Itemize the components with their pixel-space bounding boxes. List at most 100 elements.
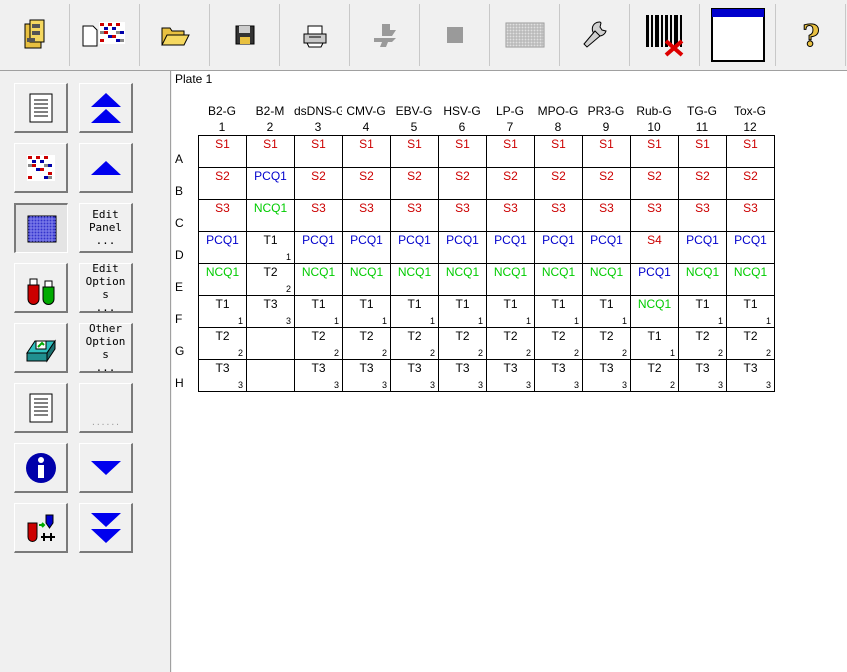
new-layout-button[interactable] bbox=[71, 4, 140, 66]
well[interactable]: PCQ1 bbox=[342, 231, 391, 264]
edit-panel-button[interactable]: Edit Panel ... bbox=[79, 203, 133, 253]
well[interactable]: PCQ1 bbox=[246, 167, 295, 200]
well[interactable]: S2 bbox=[438, 167, 487, 200]
well[interactable]: S1 bbox=[390, 135, 439, 168]
well[interactable]: NCQ1 bbox=[582, 263, 631, 296]
well[interactable]: T2 2 bbox=[726, 327, 775, 360]
well[interactable]: T2 2 bbox=[630, 359, 679, 392]
well[interactable]: S3 bbox=[198, 199, 247, 232]
well[interactable]: T3 3 bbox=[198, 359, 247, 392]
layout-button[interactable] bbox=[14, 143, 68, 193]
well[interactable]: NCQ1 bbox=[630, 295, 679, 328]
well[interactable]: S2 bbox=[582, 167, 631, 200]
help-button[interactable]: ? bbox=[777, 4, 846, 66]
well[interactable]: PCQ1 bbox=[294, 231, 343, 264]
well[interactable]: S3 bbox=[486, 199, 535, 232]
well[interactable]: S3 bbox=[726, 199, 775, 232]
well[interactable]: S1 bbox=[294, 135, 343, 168]
well[interactable]: T1 1 bbox=[486, 295, 535, 328]
well[interactable]: PCQ1 bbox=[438, 231, 487, 264]
open-folder-button[interactable] bbox=[141, 4, 210, 66]
well[interactable]: T1 1 bbox=[534, 295, 583, 328]
well[interactable]: T2 2 bbox=[438, 327, 487, 360]
info-button[interactable] bbox=[14, 443, 68, 493]
well[interactable]: S1 bbox=[342, 135, 391, 168]
well[interactable]: T1 1 bbox=[198, 295, 247, 328]
reagents-button[interactable] bbox=[14, 263, 68, 313]
window-button[interactable] bbox=[701, 4, 776, 66]
well[interactable]: S1 bbox=[726, 135, 775, 168]
well[interactable]: T3 3 bbox=[390, 359, 439, 392]
well[interactable]: T2 2 bbox=[486, 327, 535, 360]
well[interactable]: S1 bbox=[438, 135, 487, 168]
well[interactable]: T3 3 bbox=[342, 359, 391, 392]
well[interactable]: S2 bbox=[630, 167, 679, 200]
scroll-top-button[interactable] bbox=[79, 83, 133, 133]
well[interactable]: T1 1 bbox=[630, 327, 679, 360]
save-button[interactable] bbox=[211, 4, 280, 66]
well[interactable]: T2 2 bbox=[342, 327, 391, 360]
well[interactable]: NCQ1 bbox=[294, 263, 343, 296]
scroll-up-button[interactable] bbox=[79, 143, 133, 193]
well[interactable]: S3 bbox=[534, 199, 583, 232]
well[interactable]: T1 1 bbox=[390, 295, 439, 328]
well[interactable]: T2 2 bbox=[294, 327, 343, 360]
well[interactable]: PCQ1 bbox=[726, 231, 775, 264]
plate-grid-button[interactable] bbox=[491, 4, 560, 66]
well[interactable]: S3 bbox=[438, 199, 487, 232]
well[interactable]: T1 1 bbox=[342, 295, 391, 328]
well[interactable]: NCQ1 bbox=[342, 263, 391, 296]
well[interactable]: S2 bbox=[294, 167, 343, 200]
well[interactable] bbox=[246, 359, 295, 392]
well[interactable]: T3 3 bbox=[246, 295, 295, 328]
well[interactable]: S1 bbox=[534, 135, 583, 168]
well[interactable]: S3 bbox=[390, 199, 439, 232]
well[interactable]: S1 bbox=[486, 135, 535, 168]
well[interactable]: S3 bbox=[630, 199, 679, 232]
well[interactable]: T2 2 bbox=[246, 263, 295, 296]
well[interactable]: T1 1 bbox=[582, 295, 631, 328]
well[interactable]: PCQ1 bbox=[486, 231, 535, 264]
well[interactable]: T3 3 bbox=[486, 359, 535, 392]
pipetting-button[interactable] bbox=[14, 503, 68, 553]
well[interactable]: S1 bbox=[630, 135, 679, 168]
well[interactable]: T1 1 bbox=[246, 231, 295, 264]
well[interactable]: S3 bbox=[582, 199, 631, 232]
well[interactable]: S3 bbox=[342, 199, 391, 232]
well[interactable]: NCQ1 bbox=[534, 263, 583, 296]
stop-button[interactable] bbox=[421, 4, 490, 66]
well[interactable]: NCQ1 bbox=[198, 263, 247, 296]
other-options-button[interactable]: Other Option s ... bbox=[79, 322, 133, 374]
well[interactable]: PCQ1 bbox=[534, 231, 583, 264]
well[interactable]: T3 3 bbox=[726, 359, 775, 392]
well[interactable]: NCQ1 bbox=[486, 263, 535, 296]
well[interactable]: S1 bbox=[198, 135, 247, 168]
well[interactable]: S4 bbox=[630, 231, 679, 264]
well[interactable]: S1 bbox=[582, 135, 631, 168]
barcode-delete-button[interactable] bbox=[631, 4, 700, 66]
well[interactable] bbox=[246, 327, 295, 360]
well[interactable]: T2 2 bbox=[198, 327, 247, 360]
well[interactable]: T1 1 bbox=[294, 295, 343, 328]
well[interactable]: NCQ1 bbox=[726, 263, 775, 296]
settings-button[interactable] bbox=[561, 4, 630, 66]
open-database-button[interactable] bbox=[1, 4, 70, 66]
well[interactable]: T2 2 bbox=[390, 327, 439, 360]
print-button[interactable] bbox=[281, 4, 350, 66]
well[interactable]: PCQ1 bbox=[390, 231, 439, 264]
well[interactable]: NCQ1 bbox=[438, 263, 487, 296]
well[interactable]: S2 bbox=[390, 167, 439, 200]
well[interactable]: T1 1 bbox=[726, 295, 775, 328]
well[interactable]: PCQ1 bbox=[582, 231, 631, 264]
well[interactable]: S1 bbox=[678, 135, 727, 168]
well[interactable]: NCQ1 bbox=[246, 199, 295, 232]
scroll-bottom-button[interactable] bbox=[79, 503, 133, 553]
well[interactable]: T2 2 bbox=[582, 327, 631, 360]
well[interactable]: S2 bbox=[678, 167, 727, 200]
well[interactable]: T3 3 bbox=[438, 359, 487, 392]
well[interactable]: PCQ1 bbox=[630, 263, 679, 296]
well[interactable]: T3 3 bbox=[534, 359, 583, 392]
edit-options-button[interactable]: Edit Option s ... bbox=[79, 262, 133, 314]
instrument-button[interactable] bbox=[14, 323, 68, 373]
well[interactable]: PCQ1 bbox=[198, 231, 247, 264]
